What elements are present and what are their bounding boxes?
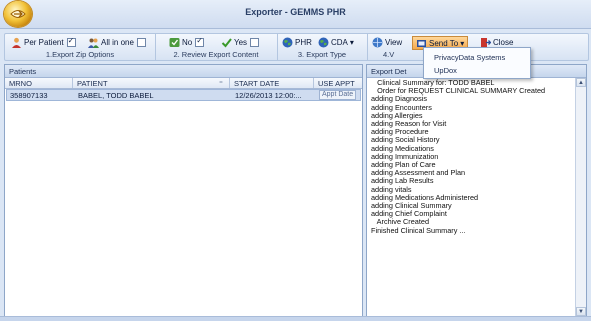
patients-panel-title: Patients [9,67,37,76]
check-icon [221,38,232,48]
scroll-up-icon[interactable]: ▲ [576,78,586,87]
view-label: View [385,38,403,47]
patients-panel-header: Patients [5,65,362,78]
vertical-scrollbar[interactable]: ▲ ▼ [575,78,586,316]
view-button[interactable]: View [372,37,402,48]
patients-panel: Patients MRNO PATIENT ⁼ START DATE USE A… [4,64,363,317]
cda-label: CDA [331,38,348,47]
export-details-title: Export Det [371,67,407,76]
group-caption: 2. Review Export Content [173,50,259,59]
appt-date-button[interactable]: Appt Date [319,90,357,100]
column-mrno[interactable]: MRNO [9,79,32,88]
scroll-down-icon[interactable]: ▼ [576,307,586,316]
per-patient-label: Per Patient [24,38,64,47]
group-export-zip-options: Per Patient All in one 1.Export Zip Opti… [5,34,156,60]
column-divider[interactable] [72,78,73,88]
review-yes-checkbox[interactable] [250,38,260,47]
send-to-menu: PrivacyData Systems UpDox [423,47,531,79]
export-log: Clinical Summary for: TODD BABEL Order f… [371,79,574,314]
group-caption: 3. Export Type [297,50,347,59]
no-icon [169,38,180,47]
review-no-checkbox[interactable] [195,36,205,47]
per-patient-option[interactable]: Per Patient [11,36,76,48]
per-patient-checkbox[interactable] [66,36,76,47]
menu-item-privacydata[interactable]: PrivacyData Systems [434,53,505,62]
review-yes-label: Yes [234,38,248,47]
globe-icon [282,37,293,48]
sort-icon: ⁼ [219,79,223,88]
view-globe-icon [372,37,383,48]
table-row[interactable]: 358907133 BABEL, TODD BABEL 12/26/2013 1… [6,89,361,101]
chevron-down-icon: ▾ [349,38,354,47]
column-divider[interactable] [313,78,314,88]
title-bar: Exporter - GEMMS PHR [0,0,591,29]
log-line: Finished Clinical Summary ... [371,225,466,235]
column-use-appt[interactable]: USE APPT [318,79,355,88]
cell-mrno: 358907133 [10,91,48,100]
globe-icon [318,37,329,48]
menu-item-updox[interactable]: UpDox [434,66,457,75]
export-details-panel: Export Det Clinical Summary for: TODD BA… [366,64,587,317]
close-label: Close [493,38,514,47]
phr-label: PHR [295,38,312,47]
column-patient[interactable]: PATIENT [77,79,108,88]
column-start-date[interactable]: START DATE [234,79,279,88]
group-export-type: PHR CDA ▾ 3. Export Type [277,34,368,60]
group-caption: 1.Export Zip Options [45,50,115,59]
window-title: Exporter - GEMMS PHR [245,7,346,17]
exporter-window: Exporter - GEMMS PHR Per Patient All in … [0,0,591,321]
column-divider[interactable] [229,78,230,88]
all-in-one-label: All in one [101,38,134,47]
phr-button[interactable]: PHR [282,37,312,48]
cell-start-date: 12/26/2013 12:00:... [235,91,302,100]
all-in-one-checkbox[interactable] [136,38,146,47]
review-yes-option[interactable]: Yes [221,37,260,48]
review-no-option[interactable]: No [169,36,205,48]
group-review-export-content: No Yes 2. Review Export Content [155,34,278,60]
all-in-one-option[interactable]: All in one [88,37,146,48]
cda-dropdown[interactable]: CDA ▾ [318,37,354,48]
group-people-icon [88,38,99,48]
review-no-label: No [182,38,193,47]
cell-patient: BABEL, TODD BABEL [78,91,154,100]
patients-table-header: MRNO PATIENT ⁼ START DATE USE APPT [5,78,362,89]
person-icon [12,37,21,48]
status-bar [0,316,591,321]
